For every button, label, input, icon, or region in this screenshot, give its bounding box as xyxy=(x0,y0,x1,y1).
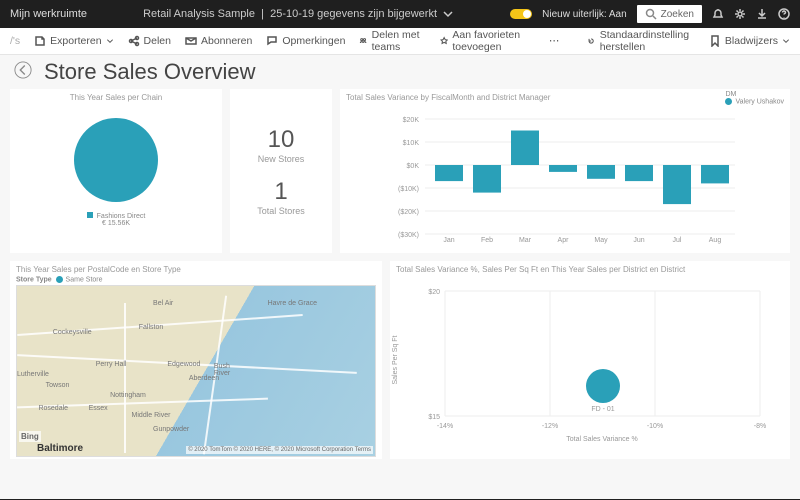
chevron-down-icon xyxy=(782,35,790,47)
search-placeholder: Zoeken xyxy=(661,9,694,20)
workspace-name[interactable]: Mijn werkruimte xyxy=(10,8,87,20)
app-header: Mijn werkruimte Retail Analysis Sample |… xyxy=(0,0,800,28)
svg-text:$15: $15 xyxy=(428,414,440,421)
new-stores-label: New Stores xyxy=(258,154,305,164)
svg-text:-8%: -8% xyxy=(754,423,766,430)
donut-tile[interactable]: This Year Sales per Chain Fashions Direc… xyxy=(10,89,222,253)
share-button[interactable]: Delen xyxy=(128,35,171,47)
map-city: Aberdeen xyxy=(189,375,219,382)
total-stores-label: Total Stores xyxy=(257,206,305,216)
svg-text:Jan: Jan xyxy=(443,237,454,244)
svg-text:Jun: Jun xyxy=(633,237,644,244)
map-city: Gunpowder xyxy=(153,426,189,433)
svg-text:Aug: Aug xyxy=(709,237,722,244)
help-icon[interactable] xyxy=(778,8,790,20)
map-canvas[interactable]: Bel Air Havre de Grace Cockeysville Fall… xyxy=(16,285,376,457)
mail-icon xyxy=(185,35,197,47)
comment-icon xyxy=(266,35,278,47)
kpi-tile[interactable]: 10 New Stores 1 Total Stores xyxy=(230,89,332,253)
search-input[interactable]: Zoeken xyxy=(637,5,702,23)
back-button[interactable] xyxy=(14,61,32,79)
bar-title: Total Sales Variance by FiscalMonth and … xyxy=(346,93,784,102)
export-icon xyxy=(34,35,46,47)
bar-chart: $20K $10K $0K ($10K) ($20K) ($30K) Jan Fe… xyxy=(346,104,784,244)
donut-chart xyxy=(66,110,166,210)
svg-text:-12%: -12% xyxy=(542,423,558,430)
chevron-down-icon[interactable] xyxy=(442,8,454,20)
svg-text:($30K): ($30K) xyxy=(398,232,419,239)
bar-chart-tile[interactable]: Total Sales Variance by FiscalMonth and … xyxy=(340,89,790,253)
svg-text:$20K: $20K xyxy=(403,117,420,124)
reset-button[interactable]: Standaardinstelling herstellen xyxy=(587,29,694,53)
bookmark-icon xyxy=(709,35,721,47)
map-city: Perry Hall xyxy=(96,361,127,368)
map-city: Rosedale xyxy=(38,405,68,412)
teams-icon xyxy=(359,35,367,47)
svg-text:Jul: Jul xyxy=(673,237,682,244)
share-icon xyxy=(128,35,140,47)
new-stores-value: 10 xyxy=(258,126,305,154)
map-attribution: © 2020 TomTom © 2020 HERE, © 2020 Micros… xyxy=(186,446,373,454)
export-button[interactable]: Exporteren xyxy=(34,35,113,47)
svg-text:($10K): ($10K) xyxy=(398,186,419,193)
svg-text:FD - 01: FD - 01 xyxy=(591,406,614,413)
bar-legend: DM Valery Ushakov xyxy=(725,91,784,105)
bookmarks-button[interactable]: Bladwijzers xyxy=(709,35,790,47)
scatter-title: Total Sales Variance %, Sales Per Sq Ft … xyxy=(396,265,784,274)
donut-title: This Year Sales per Chain xyxy=(70,93,163,102)
map-legend: Store Type Same Store xyxy=(16,276,376,283)
report-canvas: Store Sales Overview This Year Sales per… xyxy=(0,55,800,499)
scatter-tile[interactable]: Total Sales Variance %, Sales Per Sq Ft … xyxy=(390,261,790,459)
map-city: Lutherville xyxy=(17,371,49,378)
map-city: Bel Air xyxy=(153,300,173,307)
more-icon[interactable]: ⋯ xyxy=(549,35,560,47)
map-city: Nottingham xyxy=(110,392,146,399)
star-icon xyxy=(440,35,448,47)
map-city: Fallston xyxy=(139,324,164,331)
map-city: Havre de Grace xyxy=(268,300,317,307)
comments-button[interactable]: Opmerkingen xyxy=(266,35,345,47)
map-city: Edgewood xyxy=(167,361,200,368)
map-city: Cockeysville xyxy=(53,329,92,336)
map-city: Baltimore xyxy=(37,443,83,454)
subscribe-button[interactable]: Abonneren xyxy=(185,35,252,47)
scatter-ylabel: Sales Per Sq Ft xyxy=(392,335,399,384)
gear-icon[interactable] xyxy=(734,8,746,20)
map-city: Middle River xyxy=(132,412,171,419)
chevron-down-icon xyxy=(106,35,114,47)
reset-icon xyxy=(587,35,595,47)
svg-text:($20K): ($20K) xyxy=(398,209,419,216)
map-city: Essex xyxy=(89,405,108,412)
favorite-button[interactable]: Aan favorieten toevoegen xyxy=(440,29,535,53)
svg-text:Mar: Mar xyxy=(519,237,532,244)
svg-text:Feb: Feb xyxy=(481,237,493,244)
document-title-area[interactable]: Retail Analysis Sample | 25-10-19 gegeve… xyxy=(99,8,498,20)
map-title: This Year Sales per PostalCode en Store … xyxy=(16,265,376,274)
svg-text:$0K: $0K xyxy=(407,163,420,170)
total-stores-value: 1 xyxy=(257,178,305,206)
nav-prev-ellipsis: /'s xyxy=(10,35,20,47)
new-look-toggle[interactable] xyxy=(510,9,532,19)
bell-icon[interactable] xyxy=(712,8,724,20)
svg-text:$10K: $10K xyxy=(403,140,420,147)
scatter-chart: $20 $15 -14% -12% -10% -8% Total Sales V… xyxy=(396,276,784,446)
page-title: Store Sales Overview xyxy=(44,59,790,85)
search-icon xyxy=(645,8,657,20)
svg-text:-14%: -14% xyxy=(437,423,453,430)
teams-button[interactable]: Delen met teams xyxy=(359,29,426,53)
map-brand: Bing xyxy=(19,431,41,442)
svg-text:-10%: -10% xyxy=(647,423,663,430)
svg-text:May: May xyxy=(594,237,608,244)
svg-text:Apr: Apr xyxy=(558,237,570,244)
map-tile[interactable]: This Year Sales per PostalCode en Store … xyxy=(10,261,382,459)
download-icon[interactable] xyxy=(756,8,768,20)
doc-title: Retail Analysis Sample xyxy=(143,8,255,20)
svg-text:$20: $20 xyxy=(428,289,440,296)
report-toolbar: /'s Exporteren Delen Abonneren Opmerking… xyxy=(0,28,800,55)
new-look-label: Nieuw uiterlijk: Aan xyxy=(542,9,626,20)
scatter-xlabel: Total Sales Variance % xyxy=(566,436,637,443)
map-city: Towson xyxy=(46,382,70,389)
doc-updated: 25-10-19 gegevens zijn bijgewerkt xyxy=(270,8,437,20)
donut-legend: Fashions Direct € 15.56K xyxy=(87,212,146,227)
